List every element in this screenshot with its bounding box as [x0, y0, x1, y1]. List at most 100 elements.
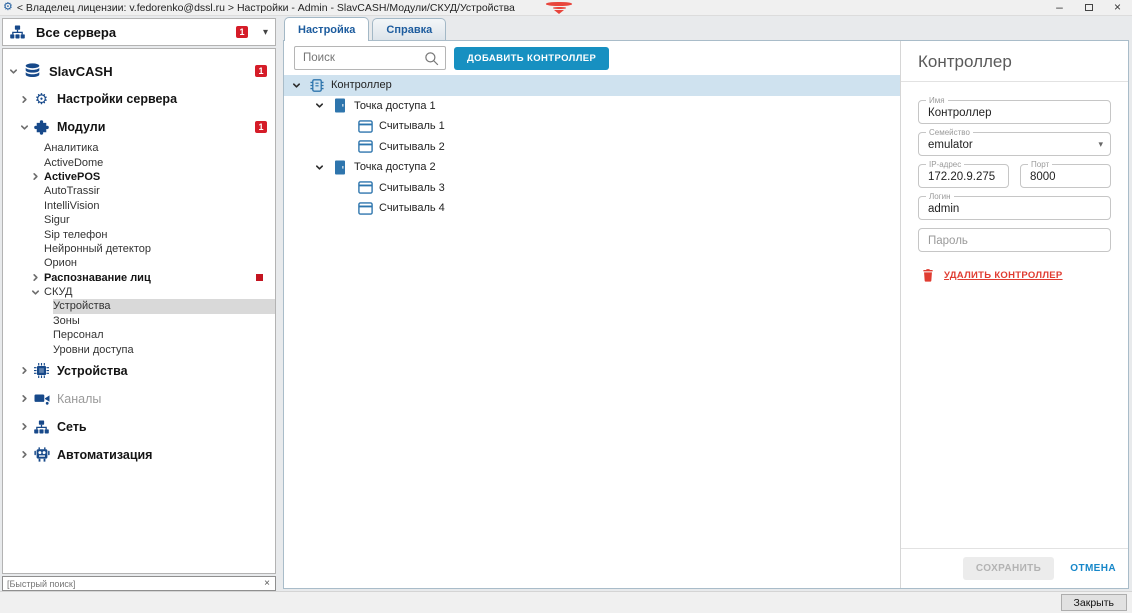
ip-field: IP-адрес: [918, 164, 1009, 188]
ip-field-label: IP-адрес: [926, 160, 964, 169]
tab-справка[interactable]: Справка: [372, 18, 446, 40]
device-tree-item-считываль-4[interactable]: Считываль 4: [284, 198, 900, 219]
sidebar-item-сеть[interactable]: Сеть: [3, 413, 275, 441]
sidebar-item-label: СКУД: [44, 286, 72, 298]
chevron-right-icon[interactable]: [20, 366, 33, 375]
sidebar-item-устройства[interactable]: Устройства: [3, 299, 275, 313]
sidebar-item-autotrassir[interactable]: AutoTrassir: [3, 184, 275, 198]
form-footer: СОХРАНИТЬ ОТМЕНА: [901, 548, 1128, 588]
device-search-input[interactable]: [295, 52, 424, 64]
sidebar-item-activepos[interactable]: ActivePOS: [3, 170, 275, 184]
controller-form-pane: Контроллер Имя Семейство emulator ▾ IP-а…: [900, 41, 1128, 588]
sidebar-item-sip-телефон[interactable]: Sip телефон: [3, 227, 275, 241]
device-tree-item-label: Считываль 4: [379, 202, 445, 214]
device-tree-item-label: Контроллер: [331, 79, 392, 91]
robot-icon: [33, 446, 50, 463]
caret-down-icon[interactable]: ▾: [263, 27, 268, 38]
device-tree-item-label: Считываль 1: [379, 120, 445, 132]
chevron-right-icon[interactable]: [20, 394, 33, 403]
sidebar-item-зоны[interactable]: Зоны: [3, 314, 275, 328]
sidebar-item-label: SlavCASH: [49, 64, 113, 79]
sidebar-item-label: IntelliVision: [44, 200, 99, 212]
controller-icon: [309, 77, 325, 93]
sidebar-item-автоматизация[interactable]: Автоматизация: [3, 441, 275, 469]
chevron-down-icon[interactable]: [315, 163, 332, 172]
password-input[interactable]: [919, 229, 1110, 251]
chevron-right-icon[interactable]: [31, 172, 44, 181]
controller-form: Имя Семейство emulator ▾ IP-адрес: [901, 82, 1128, 548]
network-icon: [10, 25, 27, 39]
sidebar-item-устройства[interactable]: Устройства: [3, 357, 275, 385]
chevron-down-icon[interactable]: [9, 67, 22, 76]
sidebar-item-label: Аналитика: [44, 142, 98, 154]
device-tree-item-точка-доступа-1[interactable]: Точка доступа 1: [284, 96, 900, 117]
chevron-down-icon[interactable]: [20, 123, 33, 132]
device-tree-item-label: Точка доступа 2: [354, 161, 436, 173]
form-title: Контроллер: [901, 41, 1128, 82]
door-icon: [332, 159, 348, 175]
close-dialog-button[interactable]: Закрыть: [1061, 594, 1127, 611]
caret-down-icon: ▾: [1098, 139, 1103, 150]
add-controller-button[interactable]: ДОБАВИТЬ КОНТРОЛЛЕР: [454, 47, 609, 70]
sidebar-item-label: Автоматизация: [57, 448, 152, 462]
sidebar-item-label: ActiveDome: [44, 157, 103, 169]
device-tree-item-label: Считываль 3: [379, 182, 445, 194]
sidebar-item-label: Сеть: [57, 420, 87, 434]
device-tree-item-точка-доступа-2[interactable]: Точка доступа 2: [284, 157, 900, 178]
save-button[interactable]: СОХРАНИТЬ: [963, 557, 1054, 580]
tab-bar: Настройка Справка: [283, 17, 1129, 40]
device-tree-pane: ДОБАВИТЬ КОНТРОЛЛЕР Контроллер Точка дост…: [284, 41, 900, 588]
sidebar-tree: SlavCASH1⚙Настройки сервераМодули1Аналит…: [2, 48, 276, 574]
sidebar-item-распознавание-лиц[interactable]: Распознавание лиц: [3, 271, 275, 285]
device-tree-item-считываль-1[interactable]: Считываль 1: [284, 116, 900, 137]
tab-настройка[interactable]: Настройка: [284, 17, 369, 41]
sidebar-item-модули[interactable]: Модули1: [3, 113, 275, 141]
device-tree-item-контроллер[interactable]: Контроллер: [284, 75, 900, 96]
maximize-button[interactable]: [1074, 0, 1103, 16]
chevron-down-icon[interactable]: [31, 288, 44, 297]
sidebar-item-activedome[interactable]: ActiveDome: [3, 155, 275, 169]
name-field-label: Имя: [926, 96, 948, 105]
search-icon: [424, 51, 439, 66]
port-field: Порт: [1020, 164, 1111, 188]
sidebar-item-slavcash[interactable]: SlavCASH1: [3, 57, 275, 85]
family-field-label: Семейство: [926, 128, 973, 137]
app-window: ⚙ < Владелец лицензии: v.fedorenko@dssl.…: [0, 0, 1132, 613]
sidebar-item-орион[interactable]: Орион: [3, 256, 275, 270]
sidebar-item-настройки-сервера[interactable]: ⚙Настройки сервера: [3, 85, 275, 113]
sidebar-item-label: Sigur: [44, 214, 70, 226]
sidebar-item-label: Настройки сервера: [57, 92, 177, 106]
chevron-right-icon[interactable]: [20, 450, 33, 459]
sidebar-item-персонал[interactable]: Персонал: [3, 328, 275, 342]
quick-search-input[interactable]: [3, 579, 259, 589]
sidebar-item-sigur[interactable]: Sigur: [3, 213, 275, 227]
clear-search-icon[interactable]: ×: [259, 579, 275, 589]
titlebar: ⚙ < Владелец лицензии: v.fedorenko@dssl.…: [0, 0, 1132, 16]
chip-icon: [33, 362, 50, 379]
minimize-button[interactable]: –: [1045, 0, 1074, 16]
delete-controller-label: УДАЛИТЬ КОНТРОЛЛЕР: [944, 270, 1063, 281]
sidebar-item-аналитика[interactable]: Аналитика: [3, 141, 275, 155]
server-selector[interactable]: Все сервера 1 ▾: [2, 18, 276, 46]
delete-controller-link[interactable]: УДАЛИТЬ КОНТРОЛЛЕР: [918, 268, 1111, 282]
sidebar-item-label: Устройства: [53, 300, 111, 312]
chevron-right-icon[interactable]: [31, 273, 44, 282]
chevron-down-icon[interactable]: [315, 101, 332, 110]
device-tree-item-считываль-3[interactable]: Считываль 3: [284, 178, 900, 199]
chevron-down-icon[interactable]: [292, 81, 309, 90]
tab-label: Справка: [386, 24, 432, 36]
sidebar-item-скуд[interactable]: СКУД: [3, 285, 275, 299]
cancel-button[interactable]: ОТМЕНА: [1070, 563, 1116, 574]
sidebar-item-каналы[interactable]: Каналы: [3, 385, 275, 413]
close-window-button[interactable]: ×: [1103, 0, 1132, 16]
name-input[interactable]: [919, 101, 1110, 123]
sidebar-item-нейронный-детектор[interactable]: Нейронный детектор: [3, 242, 275, 256]
family-select[interactable]: Семейство emulator ▾: [918, 132, 1111, 156]
chevron-right-icon[interactable]: [20, 95, 33, 104]
sidebar-item-intellivision[interactable]: IntelliVision: [3, 199, 275, 213]
chevron-right-icon[interactable]: [20, 422, 33, 431]
window-controls: – ×: [1045, 0, 1132, 16]
camera-icon: [33, 390, 50, 407]
device-tree-item-считываль-2[interactable]: Считываль 2: [284, 137, 900, 158]
sidebar-item-уровни-доступа[interactable]: Уровни доступа: [3, 342, 275, 356]
